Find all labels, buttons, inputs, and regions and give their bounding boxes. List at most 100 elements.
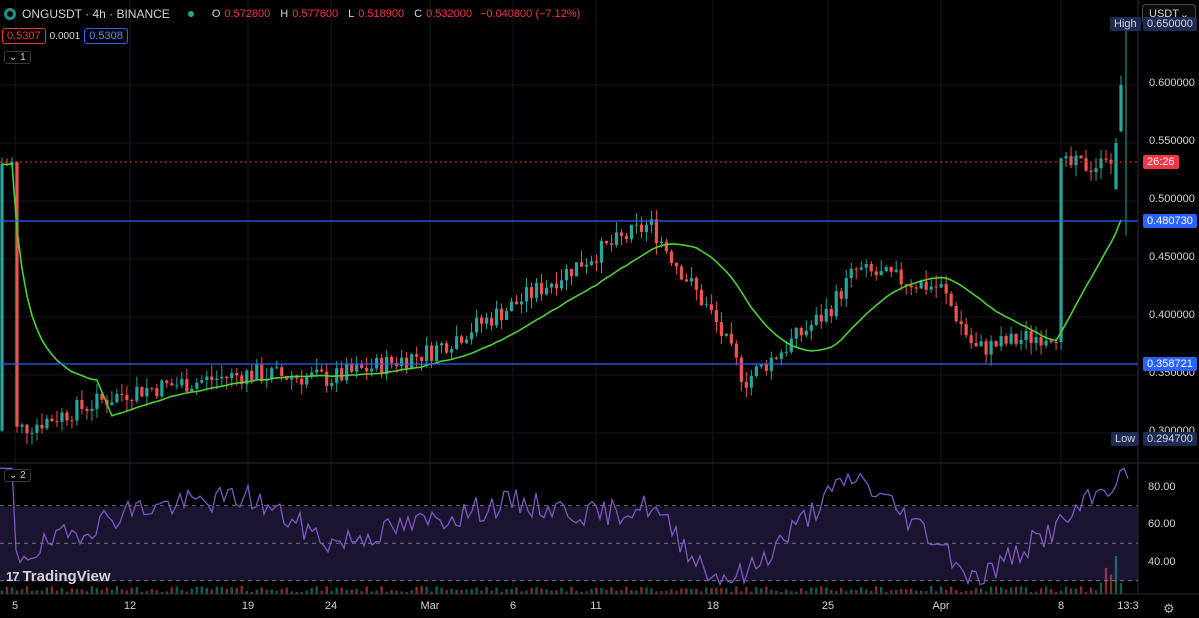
candle-body — [714, 310, 718, 323]
candle-body — [1099, 158, 1103, 169]
candle-body — [619, 232, 624, 236]
volume-bar — [1119, 582, 1123, 594]
candle-body — [115, 393, 119, 403]
candle-body — [894, 269, 898, 272]
candle-body — [699, 289, 703, 306]
time-tick: 19 — [241, 600, 255, 612]
volume-bar — [505, 589, 508, 594]
candle-body — [644, 224, 649, 233]
volume-bar — [225, 588, 228, 594]
volume-bar — [435, 586, 438, 594]
candle-body — [974, 342, 978, 347]
buy-button[interactable]: 0.5308 — [84, 28, 128, 44]
candle-body — [924, 281, 928, 290]
candle-body — [774, 357, 778, 359]
volume-bar — [45, 587, 49, 594]
candle-body — [639, 224, 644, 233]
volume-bar — [345, 589, 348, 594]
volume-bar — [205, 587, 209, 594]
symbol-legend: ONGUSDT · 4h · BINANCE O 0.572800 H 0.5776… — [4, 7, 580, 21]
high-label: H — [280, 8, 289, 20]
volume-bar — [315, 586, 318, 594]
candle-body — [859, 267, 863, 270]
candle-body — [230, 373, 234, 379]
volume-bar — [355, 588, 358, 594]
volume-bar — [865, 589, 868, 594]
volume-bar — [1069, 588, 1073, 594]
volume-bar — [1074, 588, 1078, 594]
volume-bar — [1024, 587, 1028, 594]
volume-bar — [555, 590, 558, 594]
candle-body — [514, 301, 519, 305]
candle-body — [175, 385, 179, 387]
candle-body — [1024, 331, 1028, 340]
price-tick: 0.400000 — [1149, 309, 1195, 321]
volume-bar — [325, 586, 328, 594]
candle-body — [140, 386, 144, 397]
candle-body — [20, 424, 24, 427]
volume-bar — [530, 587, 533, 594]
candle-body — [410, 354, 414, 369]
candle-body — [899, 269, 903, 285]
volume-bar — [475, 587, 478, 594]
candle-body — [405, 357, 409, 369]
support-upper-tag[interactable]: 0.480730 — [1143, 214, 1197, 228]
candle-body — [430, 345, 434, 361]
candle-body — [15, 162, 19, 427]
support-lower-tag[interactable]: 0.358721 — [1143, 357, 1197, 371]
main-pane-toggle[interactable]: ⌄ 1 — [4, 51, 31, 64]
candle-body — [509, 301, 514, 312]
volume-bar — [285, 587, 288, 594]
gear-icon[interactable]: ⚙ — [1163, 601, 1175, 617]
close-value: 0.532000 — [426, 8, 472, 20]
volume-bar — [880, 587, 883, 594]
volume-bar — [425, 586, 428, 594]
volume-bar — [270, 589, 273, 594]
volume-bar — [350, 589, 353, 594]
candle-body — [200, 380, 204, 383]
volume-bar — [785, 589, 788, 594]
volume-bar — [440, 587, 443, 594]
volume-bar — [235, 587, 238, 594]
volume-bar — [989, 586, 993, 594]
price-tick: 0.450000 — [1149, 251, 1195, 263]
volume-bar — [1014, 586, 1018, 594]
candle-body — [909, 285, 913, 288]
tradingview-logo[interactable]: 17 TradingView — [6, 568, 111, 585]
candle-body — [60, 412, 64, 422]
candle-body — [40, 424, 44, 429]
candle-body — [839, 291, 843, 299]
candle-body — [499, 308, 504, 321]
volume-bar — [1064, 586, 1068, 594]
candle-body — [994, 341, 998, 347]
time-tick: 12 — [123, 600, 137, 612]
volume-bar — [815, 587, 818, 594]
candle-body — [165, 380, 169, 384]
time-tick: 11 — [590, 600, 602, 612]
candle-body — [1029, 331, 1033, 343]
high-tag: High — [1110, 17, 1141, 31]
candle-body — [504, 311, 509, 321]
candle-body — [864, 264, 868, 268]
symbol-title[interactable]: ONGUSDT · 4h · BINANCE — [22, 7, 170, 21]
volume-bar — [375, 590, 378, 594]
chart-canvas[interactable] — [0, 0, 1199, 618]
rsi-pane-toggle[interactable]: ⌄ 2 — [4, 469, 31, 482]
candle-body — [170, 383, 174, 386]
volume-bar — [260, 587, 263, 594]
volume-bar — [180, 589, 184, 594]
candle-body — [85, 409, 89, 411]
candle-body — [734, 343, 738, 358]
volume-bar — [415, 586, 418, 594]
volume-bar — [630, 590, 633, 594]
volume-bar — [1114, 555, 1118, 594]
sell-button[interactable]: 0.5307 — [2, 28, 46, 44]
volume-bar — [735, 586, 738, 594]
rsi-pane-label: 2 — [20, 470, 26, 481]
high-value: 0.577600 — [292, 8, 339, 20]
candle-body — [225, 376, 229, 379]
candle-body — [599, 240, 604, 263]
candle-body — [155, 388, 159, 397]
volume-bar — [710, 588, 713, 594]
candle-body — [484, 317, 489, 324]
